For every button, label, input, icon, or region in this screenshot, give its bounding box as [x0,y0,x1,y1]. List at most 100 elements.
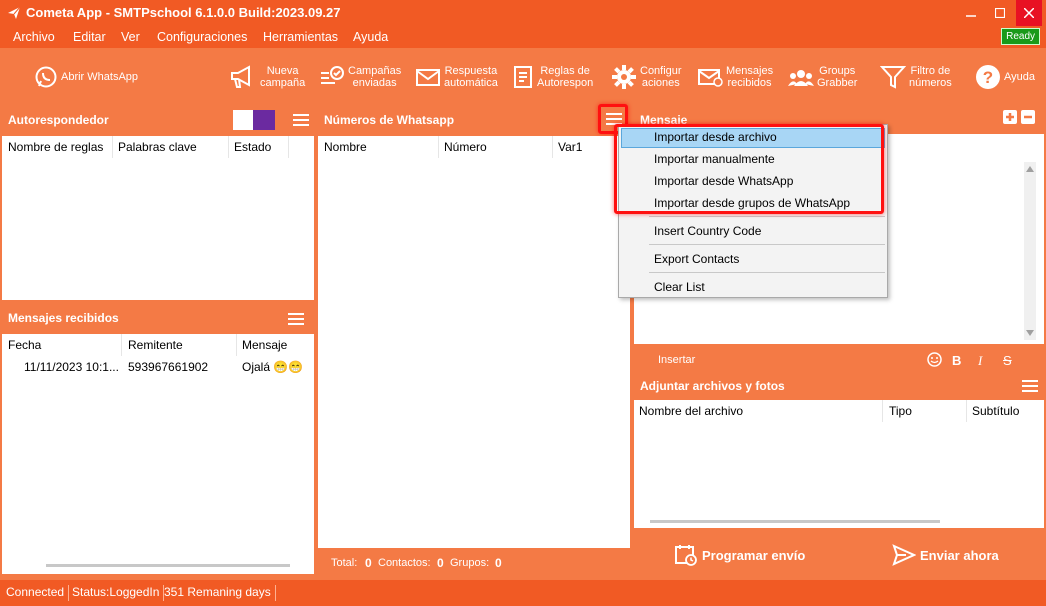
italic-button[interactable]: I [978,353,982,369]
menu-editar[interactable]: Editar [73,30,106,44]
strike-button[interactable]: S [1003,353,1012,368]
reglas-line2: Autorespon [537,77,594,89]
adjuntar-table: Nombre del archivo Tipo Subtítulo [634,400,1044,528]
configuraciones-button[interactable]: Configur aciones [611,48,682,106]
status-login: Status:LoggedIn [68,585,165,601]
groups-label: Groups Grabber [817,65,857,89]
abrir-whatsapp-button[interactable]: Abrir WhatsApp [34,48,138,106]
programar-label: Programar envío [702,547,806,563]
contactos-value: 0 [437,556,444,570]
mensajes-recibidos-button[interactable]: Mensajes recibidos [697,48,773,106]
menu-configuraciones[interactable]: Configuraciones [157,30,247,44]
col-nombre-archivo[interactable]: Nombre del archivo [639,404,743,418]
respuesta-automatica-button[interactable]: Respuesta automática [415,48,498,106]
grupos-label: Grupos: [450,557,490,569]
col-separator [228,136,229,158]
document-rules-icon [514,66,532,88]
config-label: Configur aciones [640,65,682,89]
respuesta-line1: Respuesta [444,65,498,77]
table-row[interactable]: 11/11/2023 10:1... 593967661902 Ojalá 😁😁 [2,358,314,376]
nueva-line2: campaña [260,77,306,89]
col-numero[interactable]: Número [444,140,487,154]
adjuntar-menu-icon[interactable] [1022,380,1038,392]
grupos-value: 0 [495,556,502,570]
col-remitente[interactable]: Remitente [128,338,183,352]
maximize-button[interactable] [987,0,1013,26]
filtro-line1: Filtro de [910,65,951,77]
vertical-scrollbar[interactable] [1024,162,1036,340]
respuesta-label: Respuesta automática [444,65,498,89]
numeros-title: Números de Whatsapp [324,113,455,127]
campanas-line1: Campañas [348,65,402,77]
col-subtitulo[interactable]: Subtítulo [972,404,1019,418]
groups-grabber-button[interactable]: Groups Grabber [788,48,857,106]
filtro-numeros-button[interactable]: Filtro de números [880,48,952,106]
reglas-autorespon-button[interactable]: Reglas de Autorespon [512,48,593,106]
recibidos-table: Fecha Remitente Mensaje 11/11/2023 10:1.… [2,334,314,574]
menu-ver[interactable]: Ver [121,30,140,44]
col-estado[interactable]: Estado [234,140,271,154]
row-fecha: 11/11/2023 10:1... [24,360,119,374]
config-line2: aciones [641,77,680,89]
recibidos-menu-icon[interactable] [288,313,304,325]
row-remitente: 593967661902 [128,360,209,374]
menu-export-contacts[interactable]: Export Contacts [654,252,739,266]
col-nombre[interactable]: Nombre [324,140,367,154]
minimize-button[interactable] [958,0,984,26]
color-swatch-white[interactable] [233,110,253,130]
col-var1[interactable]: Var1 [558,140,582,154]
col-separator [112,136,113,158]
col-separator [121,334,122,356]
nueva-campana-button[interactable]: Nueva campaña [229,48,305,106]
col-tipo[interactable]: Tipo [889,404,912,418]
calendar-clock-icon [675,545,697,566]
col-separator [882,400,883,422]
envelope-reply-icon [416,69,440,86]
menu-herramientas[interactable]: Herramientas [263,30,338,44]
close-icon [1024,8,1034,18]
megaphone-icon [231,65,250,88]
col-nombre-reglas[interactable]: Nombre de reglas [8,140,103,154]
col-separator [438,136,439,158]
bold-button[interactable]: B [952,353,961,368]
campanas-line2: enviadas [352,77,397,89]
scroll-down-icon[interactable] [1026,330,1034,336]
menu-ayuda[interactable]: Ayuda [353,30,388,44]
envelope-received-icon [698,69,723,87]
col-separator [236,334,237,356]
programar-envio-button[interactable]: Programar envío [674,542,805,568]
color-swatch-purple[interactable] [253,110,275,130]
emoji-icon[interactable] [927,352,942,367]
filtro-label: Filtro de números [909,65,952,89]
toolbar: Abrir WhatsApp Nueva campaña Campañas envi… [0,48,1046,106]
whatsapp-icon [35,66,57,88]
app-logo-icon [8,6,21,19]
col-separator [288,136,289,158]
horizontal-scrollbar[interactable] [46,564,290,567]
col-mensaje[interactable]: Mensaje [242,338,287,352]
col-fecha[interactable]: Fecha [8,338,41,352]
ayuda-button[interactable]: ? Ayuda [975,48,1035,106]
menu-archivo[interactable]: Archivo [13,30,55,44]
row-mensaje: Ojalá 😁😁 [242,360,304,374]
annotation-highlight-import-options [614,124,884,214]
col-separator [966,400,967,422]
remove-message-button[interactable] [1021,110,1035,124]
add-message-button[interactable] [1003,110,1017,124]
autoresp-menu-icon[interactable] [293,114,309,126]
enviar-ahora-button[interactable]: Enviar ahora [892,542,999,568]
campanas-enviadas-button[interactable]: Campañas enviadas [319,48,401,106]
svg-text:?: ? [983,68,993,87]
title-bar: Cometa App - SMTPschool 6.1.0.0 Build:20… [0,0,1046,26]
scroll-up-icon[interactable] [1026,166,1034,172]
insertar-button[interactable]: Insertar [658,354,695,366]
campanas-label: Campañas enviadas [348,65,401,89]
menu-clear-list[interactable]: Clear List [654,280,705,294]
status-days: 351 Remaning days [160,585,276,601]
abrir-whatsapp-label: Abrir WhatsApp [61,71,139,83]
config-line1: Configur [640,65,682,77]
close-button[interactable] [1016,0,1042,26]
menu-insert-country-code[interactable]: Insert Country Code [654,224,761,238]
horizontal-scrollbar[interactable] [650,520,940,523]
col-palabras-clave[interactable]: Palabras clave [118,140,197,154]
